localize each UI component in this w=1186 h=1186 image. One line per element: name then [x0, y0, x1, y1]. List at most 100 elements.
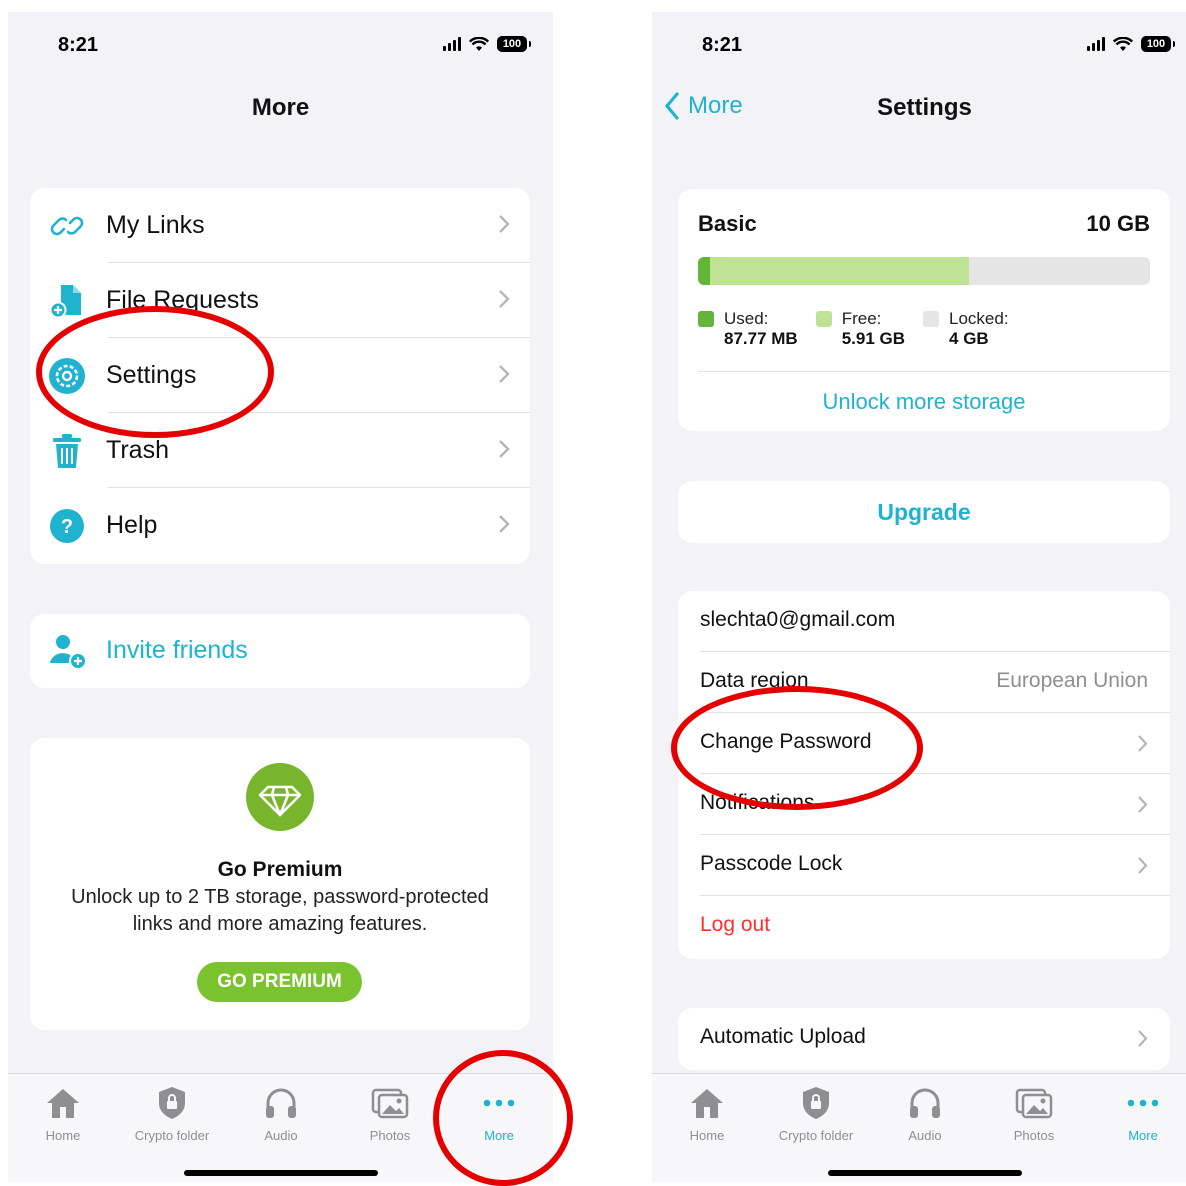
tab-label: Photos — [1013, 1128, 1055, 1143]
chevron-right-icon — [499, 440, 510, 458]
storage-bar — [698, 257, 1150, 285]
diamond-icon — [246, 763, 314, 831]
locked-swatch — [923, 311, 940, 327]
go-premium-card: Go Premium Unlock up to 2 TB storage, pa… — [30, 738, 530, 1030]
upgrade-button[interactable]: Upgrade — [678, 481, 1170, 543]
tab-label: Crypto folder — [134, 1128, 210, 1143]
headphones-icon — [266, 1088, 296, 1118]
legend-value: 5.91 GB — [841, 329, 906, 348]
trash-icon — [53, 434, 81, 468]
tab-photos[interactable]: Photos — [335, 1084, 445, 1143]
tab-label: More — [484, 1128, 514, 1143]
tab-label: Home — [689, 1128, 725, 1143]
help-icon: ? — [50, 509, 84, 543]
more-dots-icon — [483, 1099, 515, 1107]
tab-photos[interactable]: Photos — [979, 1084, 1089, 1143]
used-swatch — [698, 311, 714, 327]
tab-home[interactable]: Home — [652, 1084, 762, 1143]
menu-item-settings[interactable]: Settings — [30, 338, 530, 413]
tab-label: More — [1128, 1128, 1158, 1143]
link-icon — [50, 216, 84, 236]
change-password-row[interactable]: Change Password — [678, 713, 1170, 774]
headphones-icon — [910, 1088, 940, 1118]
chevron-right-icon — [1138, 796, 1148, 813]
storage-free-segment — [709, 257, 970, 285]
passcode-lock-row[interactable]: Passcode Lock — [678, 835, 1170, 896]
tab-label: Photos — [369, 1128, 411, 1143]
chevron-right-icon — [499, 215, 510, 233]
unlock-more-storage-link[interactable]: Unlock more storage — [678, 389, 1170, 415]
notifications-row[interactable]: Notifications — [678, 774, 1170, 835]
menu-item-help[interactable]: ? Help — [30, 488, 530, 563]
logout-row[interactable]: Log out — [678, 896, 1170, 957]
chevron-right-icon — [499, 515, 510, 533]
plan-name: Basic — [698, 211, 757, 236]
storage-used-segment — [698, 257, 710, 285]
tab-label: Home — [45, 1128, 81, 1143]
chevron-right-icon — [1138, 857, 1148, 874]
automatic-upload-label: Automatic Upload — [700, 1025, 866, 1048]
tab-label: Audio — [908, 1128, 942, 1143]
invite-friends-button[interactable]: Invite friends — [30, 614, 530, 688]
menu-item-file-requests[interactable]: File Requests — [30, 263, 530, 338]
legend-label: Free: — [841, 309, 882, 328]
legend-free: Free: 5.91 GB — [815, 309, 906, 349]
cellular-signal-icon — [443, 37, 461, 51]
email-row: slechta0@gmail.com — [678, 591, 1170, 652]
chevron-right-icon — [499, 290, 510, 308]
tab-bar: Home Crypto folder Audio Photos More — [8, 1073, 553, 1182]
add-user-icon — [50, 635, 87, 670]
chevron-right-icon — [499, 365, 510, 383]
automatic-upload-row[interactable]: Automatic Upload — [678, 1008, 1170, 1070]
legend-used: Used: 87.77 MB — [698, 309, 798, 349]
premium-title: Go Premium — [217, 858, 343, 881]
home-icon — [691, 1089, 723, 1118]
menu-item-label: Trash — [106, 436, 169, 464]
account-card: slechta0@gmail.com Data region European … — [678, 591, 1170, 959]
tab-bar: Home Crypto folder Audio Photos More — [652, 1073, 1186, 1182]
chevron-right-icon — [1138, 735, 1148, 752]
wifi-icon — [1113, 36, 1133, 51]
tab-audio[interactable]: Audio — [226, 1084, 336, 1143]
premium-description: Unlock up to 2 TB storage, password-prot… — [71, 886, 489, 935]
status-time: 8:21 — [58, 34, 99, 56]
status-time: 8:21 — [702, 34, 743, 56]
storage-legend: Used: 87.77 MB Free: 5.91 GB Locked: 4 G… — [698, 309, 1027, 349]
storage-total: 10 GB — [1086, 211, 1150, 236]
tab-more[interactable]: More — [444, 1084, 553, 1143]
menu-item-label: Help — [106, 511, 158, 539]
data-region-row: Data region European Union — [678, 652, 1170, 713]
storage-card: Basic 10 GB Used: 87.77 MB Free: 5.91 GB… — [678, 189, 1170, 431]
tab-audio[interactable]: Audio — [870, 1084, 980, 1143]
data-region-label: Data region — [700, 669, 809, 692]
logout-label: Log out — [700, 913, 771, 936]
settings-icon — [49, 358, 85, 394]
svg-text:?: ? — [61, 516, 73, 538]
invite-friends-label: Invite friends — [106, 636, 248, 664]
tab-label: Audio — [264, 1128, 298, 1143]
shield-lock-icon — [803, 1087, 829, 1119]
menu-item-my-links[interactable]: My Links — [30, 188, 530, 263]
tab-crypto-folder[interactable]: Crypto folder — [761, 1084, 871, 1143]
menu-item-label: Settings — [106, 361, 197, 389]
settings-screen: 8:21 100 More Settings Basic 10 GB Used:… — [652, 12, 1186, 1182]
menu-item-trash[interactable]: Trash — [30, 413, 530, 488]
more-dots-icon — [1127, 1099, 1159, 1107]
passcode-lock-label: Passcode Lock — [700, 852, 843, 875]
home-indicator — [827, 1170, 1022, 1176]
photos-icon — [1015, 1088, 1053, 1119]
legend-label: Locked: — [949, 309, 1009, 328]
tab-crypto-folder[interactable]: Crypto folder — [117, 1084, 227, 1143]
go-premium-button[interactable]: GO PREMIUM — [197, 962, 362, 1002]
wifi-icon — [469, 36, 489, 51]
cellular-signal-icon — [1087, 37, 1105, 51]
account-email: slechta0@gmail.com — [700, 608, 896, 631]
status-icons: 100 — [1087, 36, 1175, 52]
tab-home[interactable]: Home — [8, 1084, 118, 1143]
tab-label: Crypto folder — [778, 1128, 854, 1143]
legend-locked: Locked: 4 GB — [923, 309, 1009, 349]
menu-card: My Links File Requests Settings Trash ? … — [30, 188, 530, 564]
photos-icon — [371, 1088, 409, 1119]
tab-more[interactable]: More — [1088, 1084, 1186, 1143]
shield-lock-icon — [159, 1087, 185, 1119]
